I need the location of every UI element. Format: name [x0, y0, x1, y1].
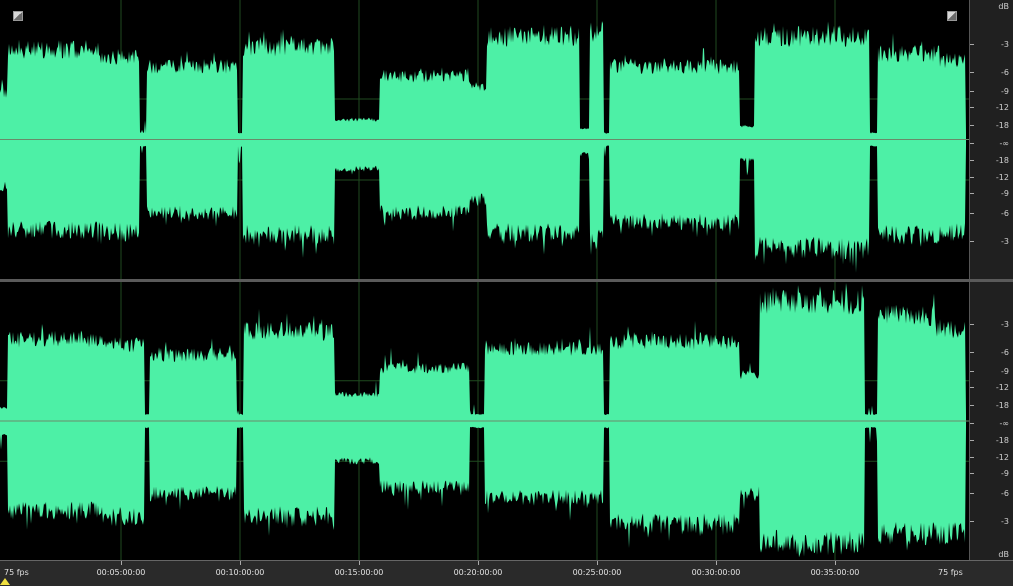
db-tick — [970, 177, 974, 178]
db-label: -9 — [1001, 189, 1009, 198]
db-label: -∞ — [999, 419, 1009, 428]
db-tick — [970, 241, 974, 242]
db-tick — [970, 125, 974, 126]
db-label: -12 — [995, 453, 1009, 462]
db-label: -∞ — [999, 139, 1009, 148]
db-ruler-left[interactable]: dB -3 -6 -9 -12 -18 -∞ -18 -12 -9 -6 -3 — [969, 0, 1013, 279]
time-tick — [121, 561, 122, 565]
time-tick — [835, 561, 836, 565]
time-tick — [359, 561, 360, 565]
db-label: -18 — [995, 401, 1009, 410]
db-tick — [970, 72, 974, 73]
db-tick — [970, 521, 974, 522]
fps-label: 75 fps — [4, 568, 29, 577]
time-tick — [597, 561, 598, 565]
db-tick — [970, 193, 974, 194]
db-label: -3 — [1001, 237, 1009, 246]
time-tick — [716, 561, 717, 565]
db-tick — [970, 457, 974, 458]
db-unit-label: dB — [998, 2, 1009, 11]
db-label: -12 — [995, 103, 1009, 112]
db-tick — [970, 493, 974, 494]
db-label: -9 — [1001, 469, 1009, 478]
db-label: -18 — [995, 156, 1009, 165]
db-tick — [970, 405, 974, 406]
maximize-corner-icon[interactable] — [947, 11, 957, 21]
time-label: 00:15:00:00 — [334, 568, 384, 577]
channel-left-waveform[interactable] — [0, 0, 969, 279]
time-label: 00:05:00:00 — [96, 568, 146, 577]
channel-left-track[interactable] — [0, 0, 969, 280]
time-tick — [478, 561, 479, 565]
db-tick — [970, 387, 974, 388]
db-label: -3 — [1001, 40, 1009, 49]
waveform-shape[interactable] — [0, 21, 966, 273]
db-label: -6 — [1001, 68, 1009, 77]
db-label: -18 — [995, 436, 1009, 445]
db-label: -9 — [1001, 87, 1009, 96]
time-label: 00:25:00:00 — [572, 568, 622, 577]
db-tick — [970, 213, 974, 214]
db-tick — [970, 440, 974, 441]
waveform-shape[interactable] — [0, 283, 966, 558]
db-label: -6 — [1001, 348, 1009, 357]
db-tick — [970, 91, 974, 92]
db-ruler-right[interactable]: dB -3 -6 -9 -12 -18 -∞ -18 -12 -9 -6 -3 — [969, 282, 1013, 560]
db-label: -12 — [995, 383, 1009, 392]
db-tick — [970, 44, 974, 45]
time-ruler[interactable]: 75 fps 75 fps 00:05:00:00 00:10:00:00 00:1… — [0, 560, 1013, 586]
fps-label: 75 fps — [938, 568, 963, 577]
db-label: -18 — [995, 121, 1009, 130]
db-tick — [970, 160, 974, 161]
db-tick — [970, 143, 974, 144]
db-label: -6 — [1001, 489, 1009, 498]
db-tick — [970, 352, 974, 353]
time-label: 00:20:00:00 — [453, 568, 503, 577]
db-label: -3 — [1001, 320, 1009, 329]
channel-right-track[interactable] — [0, 282, 969, 560]
time-label: 00:10:00:00 — [215, 568, 265, 577]
channel-right-waveform[interactable] — [0, 282, 969, 560]
db-tick — [970, 423, 974, 424]
playhead-marker[interactable] — [0, 578, 10, 585]
db-label: -12 — [995, 173, 1009, 182]
time-label: 00:35:00:00 — [810, 568, 860, 577]
db-label: -9 — [1001, 367, 1009, 376]
maximize-corner-icon[interactable] — [13, 11, 23, 21]
db-tick — [970, 371, 974, 372]
db-tick — [970, 324, 974, 325]
time-label: 00:30:00:00 — [691, 568, 741, 577]
db-tick — [970, 473, 974, 474]
db-unit-label: dB — [998, 550, 1009, 559]
time-tick — [240, 561, 241, 565]
db-tick — [970, 107, 974, 108]
waveform-editor[interactable]: dB -3 -6 -9 -12 -18 -∞ -18 -12 -9 -6 -3 dB -3 -6 -9 -… — [0, 0, 1013, 586]
db-label: -3 — [1001, 517, 1009, 526]
db-label: -6 — [1001, 209, 1009, 218]
